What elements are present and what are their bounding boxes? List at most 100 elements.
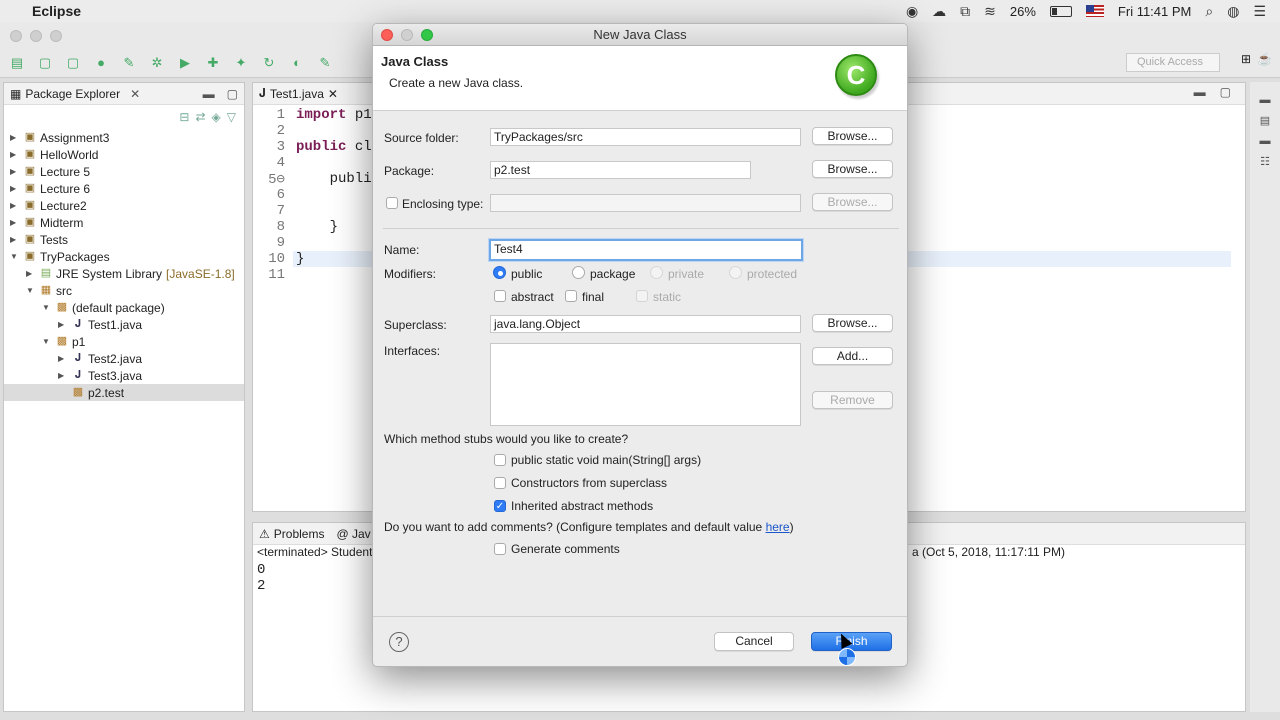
new-java-project-icon[interactable]: ✦	[232, 55, 250, 71]
abstract-checkbox[interactable]	[494, 290, 506, 302]
final-checkbox[interactable]	[565, 290, 577, 302]
tab-javadoc[interactable]: @ Jav	[336, 527, 370, 541]
expanded-arrow-icon[interactable]: ▼	[42, 303, 52, 312]
tree-item[interactable]: ▶ ▤ JRE System Library [JavaSE-1.8]	[4, 265, 244, 282]
tree-item[interactable]: ▶ ▣ Midterm	[4, 214, 244, 231]
tree-item[interactable]: ▶ 𝐉 Test3.java	[4, 367, 244, 384]
tree-item[interactable]: ▶ ▣ Lecture2	[4, 197, 244, 214]
link-with-editor-icon[interactable]: ⇄	[195, 110, 205, 124]
minimize-icon[interactable]: ▬	[203, 87, 215, 101]
main-method-checkbox[interactable]	[494, 454, 506, 466]
inherited-abstract-checkbox[interactable]: ✓	[494, 500, 506, 512]
collapsed-arrow-icon[interactable]: ▶	[10, 167, 20, 176]
tree-item[interactable]: ▼ ▩ p1	[4, 333, 244, 350]
tab-problems[interactable]: Problems	[274, 527, 325, 541]
new-icon[interactable]: ▤	[8, 55, 26, 71]
screen-mirror-icon[interactable]: ⧉	[960, 3, 970, 20]
code-line[interactable]: /	[296, 187, 380, 203]
java-perspective-icon[interactable]: ☕	[1257, 52, 1272, 66]
save-all-icon[interactable]: ▢	[64, 55, 82, 71]
app-menu-eclipse[interactable]: Eclipse	[32, 3, 81, 19]
package-radio[interactable]	[572, 266, 585, 279]
menubar-clock[interactable]: Fri 11:41 PM	[1118, 4, 1191, 19]
collapsed-arrow-icon[interactable]: ▶	[10, 150, 20, 159]
browse-source-folder-button[interactable]: Browse...	[812, 127, 893, 145]
class-name-field[interactable]: Test4	[489, 239, 803, 261]
spotlight-search-icon[interactable]: ⌕	[1205, 3, 1213, 20]
close-window-button[interactable]	[10, 30, 22, 42]
dialog-close-button[interactable]	[381, 29, 393, 41]
source-folder-field[interactable]: TryPackages/src	[490, 128, 801, 146]
quick-access-input[interactable]: Quick Access	[1126, 53, 1220, 72]
package-explorer-tab[interactable]: ▦ Package Explorer ✕ ▬ ▢	[4, 83, 244, 105]
package-field[interactable]: p2.test	[490, 161, 751, 179]
battery-icon[interactable]	[1049, 5, 1072, 17]
task-list-icon[interactable]: ▤	[1260, 114, 1270, 127]
add-interface-button[interactable]: Add...	[812, 347, 893, 365]
browse-package-button[interactable]: Browse...	[812, 160, 893, 178]
enclosing-type-checkbox[interactable]	[386, 197, 398, 209]
code-line[interactable]: }	[296, 219, 338, 235]
refresh-icon[interactable]: ↻	[260, 55, 278, 71]
tree-item[interactable]: ▶ ▣ Assignment3	[4, 129, 244, 146]
maximize-icon[interactable]: ▢	[227, 87, 238, 101]
collapsed-arrow-icon[interactable]: ▶	[58, 320, 68, 329]
tree-item[interactable]: ▶ 𝐉 Test1.java	[4, 316, 244, 333]
code-line[interactable]: T	[296, 203, 380, 219]
view-menu-icon[interactable]: ▽	[227, 110, 236, 124]
code-line[interactable]: }	[296, 251, 304, 267]
collapsed-arrow-icon[interactable]: ▶	[58, 354, 68, 363]
close-icon[interactable]: ✕	[130, 87, 140, 101]
open-perspective-icon[interactable]: ⊞	[1241, 52, 1251, 66]
open-type-icon[interactable]: ◐	[288, 55, 306, 70]
run-external-tools-icon[interactable]: ✚	[204, 55, 222, 71]
restore-icon[interactable]: ▬	[1260, 94, 1271, 106]
cloud-upload-icon[interactable]: ☁	[932, 3, 946, 20]
generate-comments-checkbox[interactable]	[494, 543, 506, 555]
collapse-all-icon[interactable]: ⊟	[179, 110, 189, 124]
code-line[interactable]: publi	[296, 171, 372, 187]
focus-icon[interactable]: ◈	[212, 110, 221, 124]
expanded-arrow-icon[interactable]: ▼	[10, 252, 20, 261]
outline-icon[interactable]: ☷	[1260, 155, 1270, 168]
code-line[interactable]: public cl	[296, 139, 372, 155]
search-icon[interactable]: ✎	[316, 55, 334, 71]
tree-item[interactable]: ▶ ▣ HelloWorld	[4, 146, 244, 163]
tree-item[interactable]: ▶ ▣ Tests	[4, 231, 244, 248]
collapsed-arrow-icon[interactable]: ▶	[26, 269, 36, 278]
cancel-button[interactable]: Cancel	[714, 632, 794, 651]
collapsed-arrow-icon[interactable]: ▶	[58, 371, 68, 380]
notification-center-icon[interactable]: ☰	[1253, 3, 1266, 20]
configure-templates-link[interactable]: here	[766, 520, 790, 534]
minimize-window-button[interactable]	[30, 30, 42, 42]
tree-item[interactable]: ▼ ▦ src	[4, 282, 244, 299]
save-icon[interactable]: ▢	[36, 55, 54, 71]
constructors-checkbox[interactable]	[494, 477, 506, 489]
zoom-window-button[interactable]	[50, 30, 62, 42]
collapsed-arrow-icon[interactable]: ▶	[10, 235, 20, 244]
run-icon[interactable]: ▶	[176, 55, 194, 71]
siri-icon[interactable]: ◍	[1227, 3, 1239, 20]
input-source-flag-icon[interactable]	[1085, 5, 1104, 17]
tree-item[interactable]: ▼ ▣ TryPackages	[4, 248, 244, 265]
expanded-arrow-icon[interactable]: ▼	[42, 337, 52, 346]
close-icon[interactable]: ✕	[328, 87, 338, 101]
superclass-field[interactable]: java.lang.Object	[490, 315, 801, 333]
skip-breakpoints-icon[interactable]: ✎	[120, 55, 138, 71]
public-radio[interactable]	[493, 266, 506, 279]
tree-item[interactable]: ▶ ▣ Lecture 5	[4, 163, 244, 180]
expanded-arrow-icon[interactable]: ▼	[26, 286, 36, 295]
interfaces-list[interactable]	[490, 343, 801, 426]
debug-icon[interactable]: ✲	[148, 55, 166, 71]
browse-superclass-button[interactable]: Browse...	[812, 314, 893, 332]
maximize-icon[interactable]: ▢	[1220, 85, 1231, 99]
tree-item[interactable]: ▶ ▣ Lecture 6	[4, 180, 244, 197]
profile-icon[interactable]: ●	[92, 55, 110, 70]
collapsed-arrow-icon[interactable]: ▶	[10, 133, 20, 142]
record-icon[interactable]: ◉	[906, 3, 918, 20]
tree-item[interactable]: ▼ ▩ (default package)	[4, 299, 244, 316]
tree-item[interactable]: ▩ p2.test	[4, 384, 244, 401]
collapsed-arrow-icon[interactable]: ▶	[10, 184, 20, 193]
dialog-zoom-button[interactable]	[421, 29, 433, 41]
wifi-icon[interactable]: ≋	[984, 3, 996, 20]
